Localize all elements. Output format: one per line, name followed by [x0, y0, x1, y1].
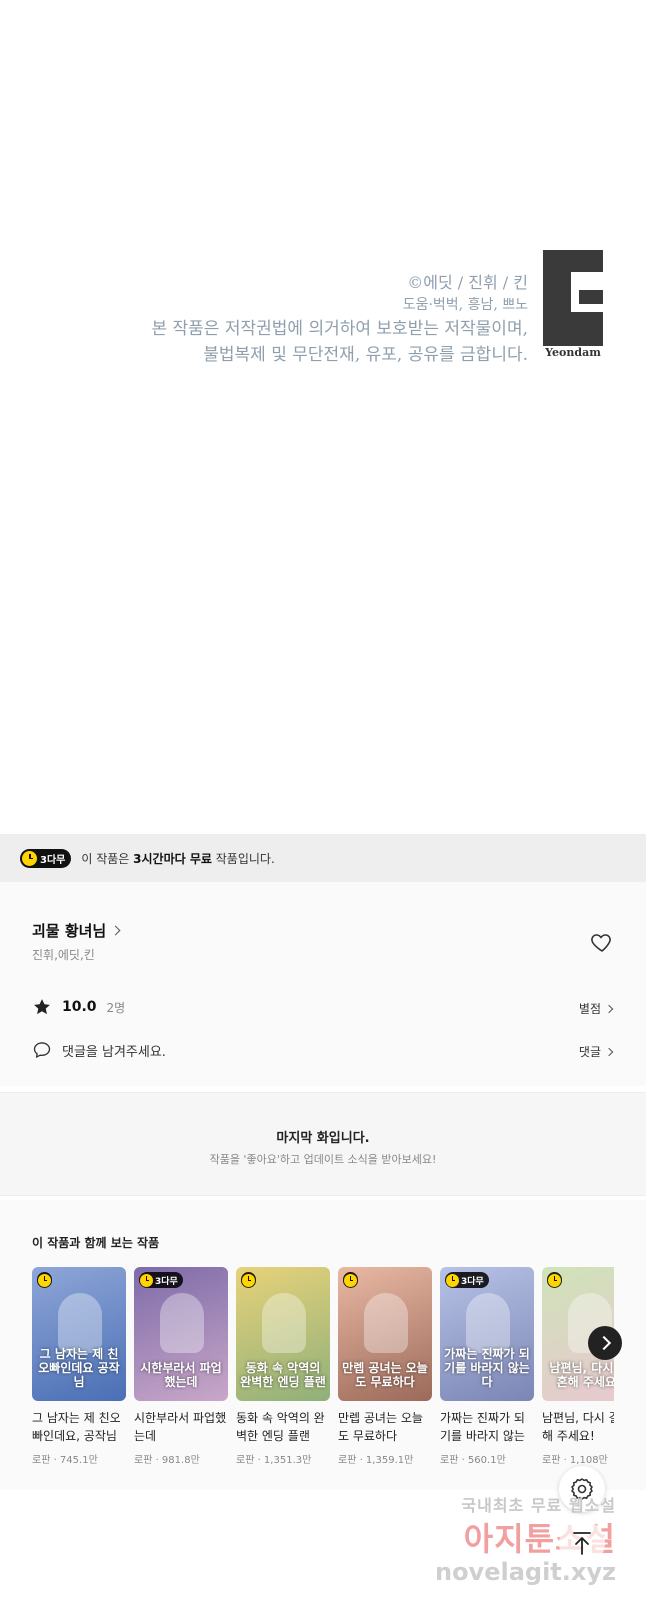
comments-label: 댓글: [578, 1045, 601, 1059]
chevron-right-icon: [110, 925, 121, 936]
publisher-name: Yeondam: [545, 346, 601, 359]
comment-prompt-row[interactable]: 댓글을 남겨주세요.: [32, 1040, 166, 1060]
clock-icon: [344, 1273, 357, 1287]
recommendation-card[interactable]: 남편님, 다시 결혼해 주세요! 남편님, 다시 결혼해 주세요! 로판 · 1…: [542, 1267, 614, 1466]
rating-count: 2명: [106, 1000, 126, 1015]
rating-value: 10.0: [62, 999, 97, 1015]
wait-free-badge: 3다무: [20, 848, 72, 868]
chevron-right-icon: [604, 1004, 614, 1013]
cover-title: 시한부라서 파업했는데: [140, 1361, 222, 1389]
work-title: 괴물 황녀님: [32, 922, 107, 940]
recommendation-card[interactable]: 만렙 공녀는 오늘도 무료하다 만렙 공녀는 오늘도 무료하다 로판 · 1,3…: [338, 1267, 432, 1466]
last-episode-title: 마지막 화입니다.: [276, 1131, 370, 1146]
card-title: 가짜는 진짜가 되기를 바라지 않는다: [440, 1411, 525, 1443]
carousel-next-button[interactable]: [588, 1326, 622, 1360]
rate-label: 별점: [578, 1002, 601, 1016]
card-cover: 동화 속 악역의 완벽한 엔딩 플랜: [236, 1267, 330, 1401]
card-title: 그 남자는 제 친오빠인데요, 공작님: [32, 1411, 121, 1443]
site-watermark: 국내최초 무료 웹소설 아지툰소설 novelagit.xyz: [435, 1488, 640, 1600]
card-title: 만렙 공녀는 오늘도 무료하다: [338, 1411, 423, 1443]
card-meta: 로판 · 981.8만: [134, 1455, 200, 1466]
clock-icon: [548, 1273, 561, 1287]
last-episode-notice: 마지막 화입니다. 작품을 '좋아요'하고 업데이트 소식을 받아보세요!: [0, 1092, 646, 1196]
copyright-assistants: 도움·벅벅, 흥남, 쁘노: [402, 297, 528, 313]
recommendation-card[interactable]: 동화 속 악역의 완벽한 엔딩 플랜 동화 속 악역의 완벽한 엔딩 플랜 로판…: [236, 1267, 330, 1466]
card-meta: 로판 · 1,108만: [542, 1455, 608, 1466]
card-title: 남편님, 다시 결혼해 주세요!: [542, 1411, 614, 1443]
comments-button[interactable]: 댓글: [578, 1043, 614, 1060]
comment-bubble-icon: [33, 1042, 51, 1058]
work-info-section: 괴물 황녀님 진휘,에딧,킨 10.0 2명 별점 댓글을 남겨주세요. 댓글: [0, 882, 646, 1086]
card-meta: 로판 · 1,359.1만: [338, 1455, 414, 1466]
arrow-up-icon: [573, 1532, 591, 1555]
work-title-link[interactable]: 괴물 황녀님: [32, 920, 121, 941]
wait-free-badge: 3다무: [445, 1272, 489, 1288]
recommendation-card[interactable]: 3다무 시한부라서 파업했는데 시한부라서 파업했는데 로판 · 981.8만: [134, 1267, 228, 1466]
copyright-notice-line2: 불법복제 및 무단전재, 유포, 공유를 금합니다.: [203, 345, 528, 365]
scroll-top-button[interactable]: [559, 1520, 605, 1566]
card-meta: 로판 · 1,351.3만: [236, 1455, 312, 1466]
copyright-text: ©에딧 / 진휘 / 킨 도움·벅벅, 흥남, 쁘노 본 작품은 저작권법에 의…: [151, 272, 528, 368]
clock-icon: [446, 1273, 459, 1287]
rate-button[interactable]: 별점: [578, 1000, 614, 1017]
watermark-tagline: 국내최초 무료 웹소설: [461, 1496, 616, 1515]
wait-free-badge: 3다무: [139, 1272, 183, 1288]
wait-free-badge: [343, 1272, 358, 1288]
cover-title: 만렙 공녀는 오늘도 무료하다: [342, 1361, 428, 1389]
badge-label: 3다무: [155, 1276, 178, 1287]
recommendation-carousel: 그 남자는 제 친오빠인데요 공작님 그 남자는 제 친오빠인데요, 공작님 로…: [32, 1267, 614, 1477]
wait-free-badge: [241, 1272, 256, 1288]
card-cover: 그 남자는 제 친오빠인데요 공작님: [32, 1267, 126, 1401]
card-cover: 3다무 가짜는 진짜가 되기를 바라지 않는다: [440, 1267, 534, 1401]
cover-title: 동화 속 악역의 완벽한 엔딩 플랜: [240, 1361, 326, 1389]
card-cover: 만렙 공녀는 오늘도 무료하다: [338, 1267, 432, 1401]
rating-row: 10.0 2명: [32, 997, 125, 1017]
star-icon: [34, 999, 50, 1015]
card-meta: 로판 · 745.1만: [32, 1455, 98, 1466]
card-title: 시한부라서 파업했는데: [134, 1411, 227, 1443]
copyright-notice-line1: 본 작품은 저작권법에 의거하여 보호받는 저작물이며,: [151, 319, 528, 339]
recommendations-section: 이 작품과 함께 보는 작품 그 남자는 제 친오빠인데요 공작님 그 남자는 …: [0, 1200, 646, 1490]
card-title: 동화 속 악역의 완벽한 엔딩 플랜: [236, 1411, 325, 1443]
clock-icon: [22, 850, 37, 866]
heart-icon[interactable]: [590, 930, 614, 954]
clock-icon: [38, 1273, 51, 1287]
free-banner-text: 이 작품은 3시간마다 무료 작품입니다.: [81, 851, 275, 866]
work-authors: 진휘,에딧,킨: [32, 948, 95, 962]
cover-title: 그 남자는 제 친오빠인데요 공작님: [38, 1347, 120, 1389]
copyright-credits: ©에딧 / 진휘 / 킨: [407, 273, 528, 292]
badge-label: 3다무: [40, 854, 66, 866]
copyright-section: ©에딧 / 진휘 / 킨 도움·벅벅, 흥남, 쁘노 본 작품은 저작권법에 의…: [0, 250, 646, 370]
clock-icon: [140, 1273, 153, 1287]
wait-free-badge: [37, 1272, 52, 1288]
clock-icon: [242, 1273, 255, 1287]
cover-title: 가짜는 진짜가 되기를 바라지 않는다: [444, 1347, 530, 1389]
chevron-right-icon: [604, 1047, 614, 1056]
card-meta: 로판 · 560.1만: [440, 1455, 506, 1466]
wait-free-badge: [547, 1272, 562, 1288]
last-episode-subtitle: 작품을 '좋아요'하고 업데이트 소식을 받아보세요!: [209, 1153, 437, 1166]
yeondam-logo: Yeondam: [543, 250, 603, 360]
badge-label: 3다무: [461, 1276, 484, 1287]
cover-title: 남편님, 다시 결혼해 주세요!: [549, 1361, 614, 1389]
recommendation-card[interactable]: 3다무 가짜는 진짜가 되기를 바라지 않는다 가짜는 진짜가 되기를 바라지 …: [440, 1267, 534, 1466]
recommendation-card[interactable]: 그 남자는 제 친오빠인데요 공작님 그 남자는 제 친오빠인데요, 공작님 로…: [32, 1267, 126, 1466]
comment-prompt: 댓글을 남겨주세요.: [62, 1044, 166, 1060]
free-wait-banner: 3다무 이 작품은 3시간마다 무료 작품입니다.: [0, 834, 646, 882]
recommendations-heading: 이 작품과 함께 보는 작품: [32, 1236, 160, 1250]
card-cover: 3다무 시한부라서 파업했는데: [134, 1267, 228, 1401]
